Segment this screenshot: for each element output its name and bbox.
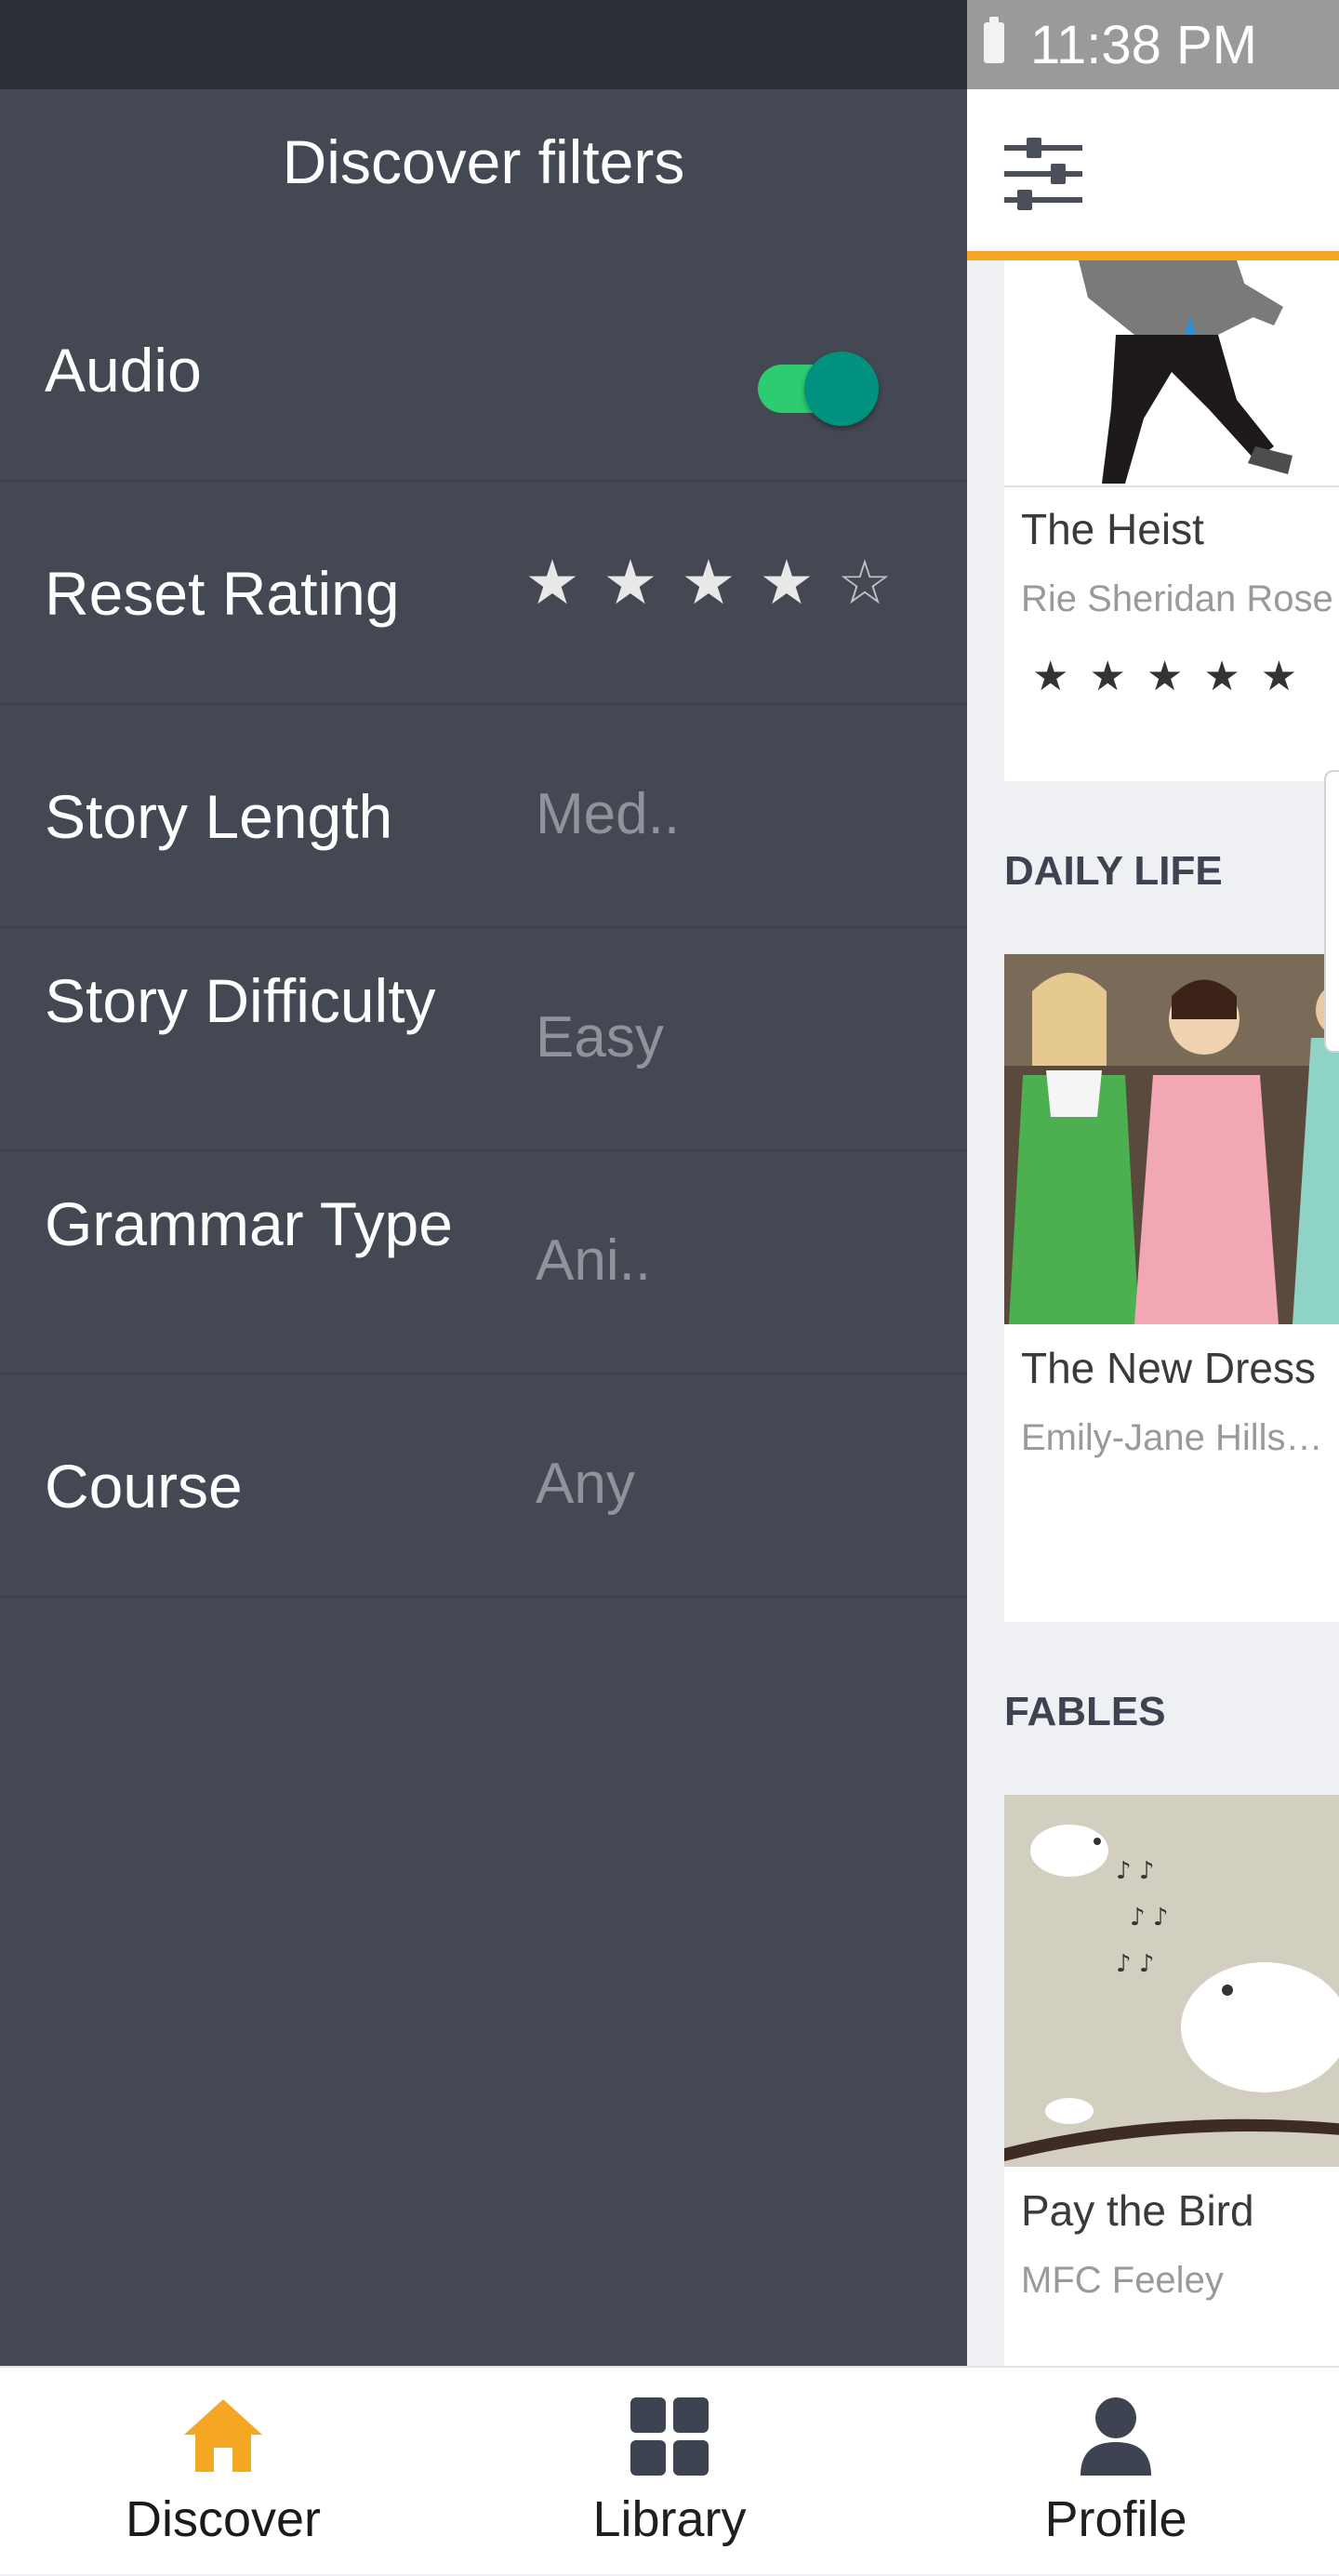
filter-value: Any	[536, 1452, 635, 1516]
filter-label: Reset Rating	[45, 559, 400, 628]
filter-label: Grammar Type	[45, 1189, 453, 1258]
story-card[interactable]: The New Dress Emily-Jane Hills…	[1004, 954, 1339, 1622]
star-filled-icon[interactable]: ★	[513, 547, 591, 618]
status-bar: 11:38 PM	[967, 0, 1339, 89]
story-title: Pay the Bird	[1021, 2186, 1254, 2235]
star-filled-icon[interactable]: ★	[748, 547, 826, 618]
star-empty-icon[interactable]: ☆	[826, 547, 904, 618]
story-rating: ★★★★★	[1032, 654, 1319, 699]
nav-discover[interactable]: Discover	[0, 2368, 446, 2576]
filters-drawer: Discover filters Audio Reset Rating ★ ★ ★ ★…	[0, 0, 967, 2366]
next-card-edge	[1324, 770, 1339, 1053]
filter-row-audio[interactable]: Audio	[0, 259, 967, 482]
battery-icon	[984, 17, 1004, 63]
person-icon	[1080, 2397, 1151, 2476]
story-title: The New Dress	[1021, 1344, 1316, 1392]
story-author: Rie Sheridan Rose	[1021, 578, 1333, 619]
section-title-fables: FABLES	[1004, 1689, 1166, 1734]
filter-row-story-length[interactable]: Story Length Med..	[0, 705, 967, 928]
filter-row-story-difficulty[interactable]: Story Difficulty Easy	[0, 928, 967, 1151]
grid-icon	[630, 2397, 709, 2476]
status-time: 11:38 PM	[1030, 15, 1257, 75]
filter-label: Story Difficulty	[45, 966, 436, 1035]
audio-toggle[interactable]	[758, 352, 879, 426]
filter-value: Med..	[536, 782, 681, 846]
filter-row-course[interactable]: Course Any	[0, 1374, 967, 1598]
toggle-knob	[804, 352, 879, 426]
story-card[interactable]: The Heist Rie Sheridan Rose ★★★★★	[1004, 260, 1339, 781]
nav-label: Profile	[1044, 2491, 1187, 2547]
filter-label: Story Length	[45, 782, 393, 851]
story-title: The Heist	[1021, 505, 1204, 553]
story-author: MFC Feeley	[1021, 2260, 1224, 2301]
star-filled-icon[interactable]: ★	[670, 547, 748, 618]
filter-label: Audio	[45, 336, 202, 405]
filter-value: Ani..	[536, 1228, 652, 1293]
story-author: Emily-Jane Hills…	[1021, 1417, 1323, 1458]
drawer-status-area	[0, 0, 967, 89]
story-cover-image: ♪ ♪ ♪ ♪ ♪ ♪	[1004, 1795, 1339, 2167]
story-card[interactable]: ♪ ♪ ♪ ♪ ♪ ♪ Pay the Bird MFC Feeley	[1004, 1795, 1339, 2366]
sliders-icon[interactable]	[1004, 138, 1082, 212]
section-title-daily-life: DAILY LIFE	[1004, 848, 1223, 894]
svg-text:♪ ♪: ♪ ♪	[1116, 1857, 1154, 1885]
star-filled-icon[interactable]: ★	[591, 547, 670, 618]
svg-text:♪ ♪: ♪ ♪	[1116, 1950, 1154, 1978]
nav-library[interactable]: Library	[446, 2368, 893, 2576]
filter-label: Course	[45, 1452, 243, 1520]
nav-label: Discover	[125, 2491, 322, 2547]
nav-profile[interactable]: Profile	[893, 2368, 1339, 2576]
bottom-navigation: Discover Library Profile	[0, 2366, 1339, 2574]
story-cover-image	[1004, 954, 1339, 1324]
svg-text:♪ ♪: ♪ ♪	[1130, 1904, 1168, 1932]
drawer-title: Discover filters	[282, 127, 685, 196]
story-cover-image	[1004, 260, 1339, 487]
nav-label: Library	[592, 2491, 747, 2547]
home-icon	[184, 2399, 262, 2472]
stories-feed[interactable]: The Heist Rie Sheridan Rose ★★★★★ DAILY …	[967, 260, 1339, 2366]
filter-value: Easy	[536, 1005, 664, 1069]
filter-row-grammar-type[interactable]: Grammar Type Ani..	[0, 1151, 967, 1374]
rating-stars[interactable]: ★ ★ ★ ★ ☆	[513, 547, 904, 618]
discover-top-bar	[967, 89, 1339, 260]
